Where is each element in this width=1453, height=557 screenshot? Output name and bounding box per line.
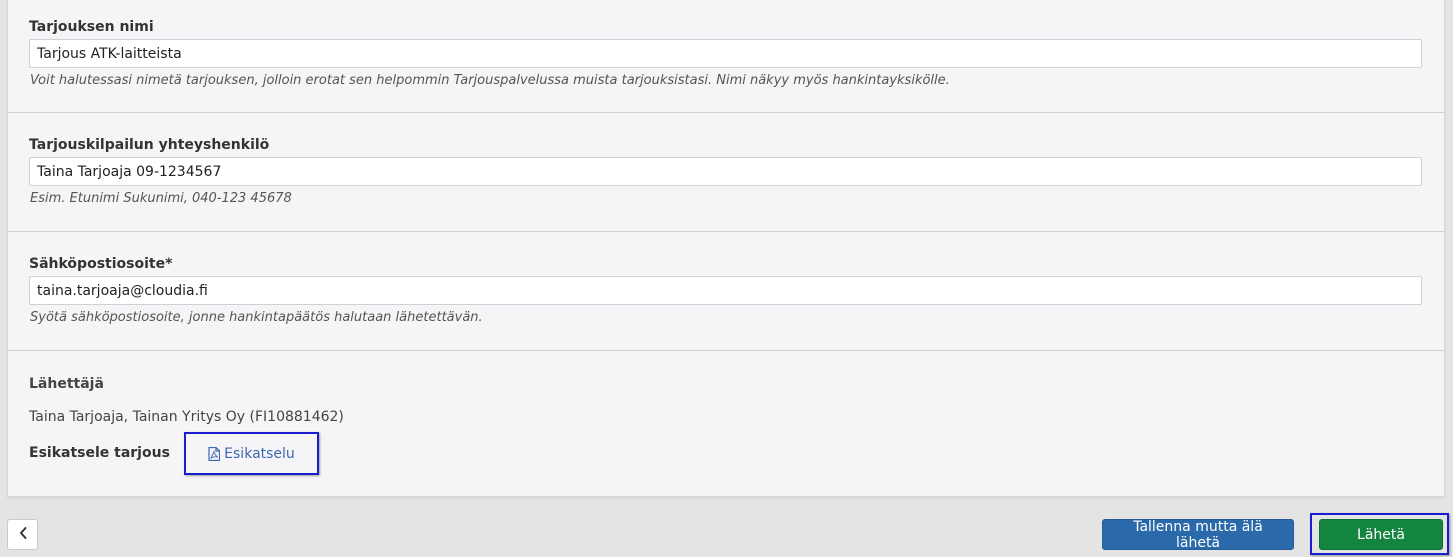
sender-value: Taina Tarjoaja, Tainan Yritys Oy (FI1088…: [29, 409, 344, 425]
offer-name-input[interactable]: [29, 39, 1422, 68]
contact-person-section: Tarjouskilpailun yhteyshenkilö Esim. Etu…: [8, 113, 1444, 232]
email-section: Sähköpostiosoite* Syötä sähköpostiosoite…: [8, 232, 1444, 351]
email-label: Sähköpostiosoite*: [29, 256, 173, 272]
send-button[interactable]: Lähetä: [1319, 519, 1443, 550]
email-help: Syötä sähköpostiosoite, jonne hankintapä…: [30, 310, 483, 325]
sender-section: Lähettäjä Taina Tarjoaja, Tainan Yritys …: [8, 351, 1444, 497]
offer-name-section: Tarjouksen nimi Voit halutessasi nimetä …: [8, 0, 1444, 113]
preview-link-label: Esikatselu: [224, 445, 295, 462]
save-without-sending-button[interactable]: Tallenna mutta älä lähetä: [1102, 519, 1294, 551]
contact-person-help: Esim. Etunimi Sukunimi, 040-123 45678: [30, 191, 292, 206]
contact-person-input[interactable]: [29, 157, 1422, 186]
offer-name-label: Tarjouksen nimi: [29, 19, 154, 35]
offer-form-card: Tarjouksen nimi Voit halutessasi nimetä …: [7, 0, 1445, 497]
contact-person-label: Tarjouskilpailun yhteyshenkilö: [29, 137, 270, 153]
offer-name-help: Voit halutessasi nimetä tarjouksen, joll…: [30, 73, 950, 88]
sender-label: Lähettäjä: [29, 376, 104, 392]
preview-label: Esikatsele tarjous: [29, 445, 170, 461]
back-button[interactable]: [7, 519, 38, 550]
file-pdf-icon: [208, 446, 221, 461]
chevron-left-icon: [18, 526, 28, 543]
preview-link[interactable]: Esikatselu: [184, 432, 319, 475]
email-input[interactable]: [29, 276, 1422, 305]
